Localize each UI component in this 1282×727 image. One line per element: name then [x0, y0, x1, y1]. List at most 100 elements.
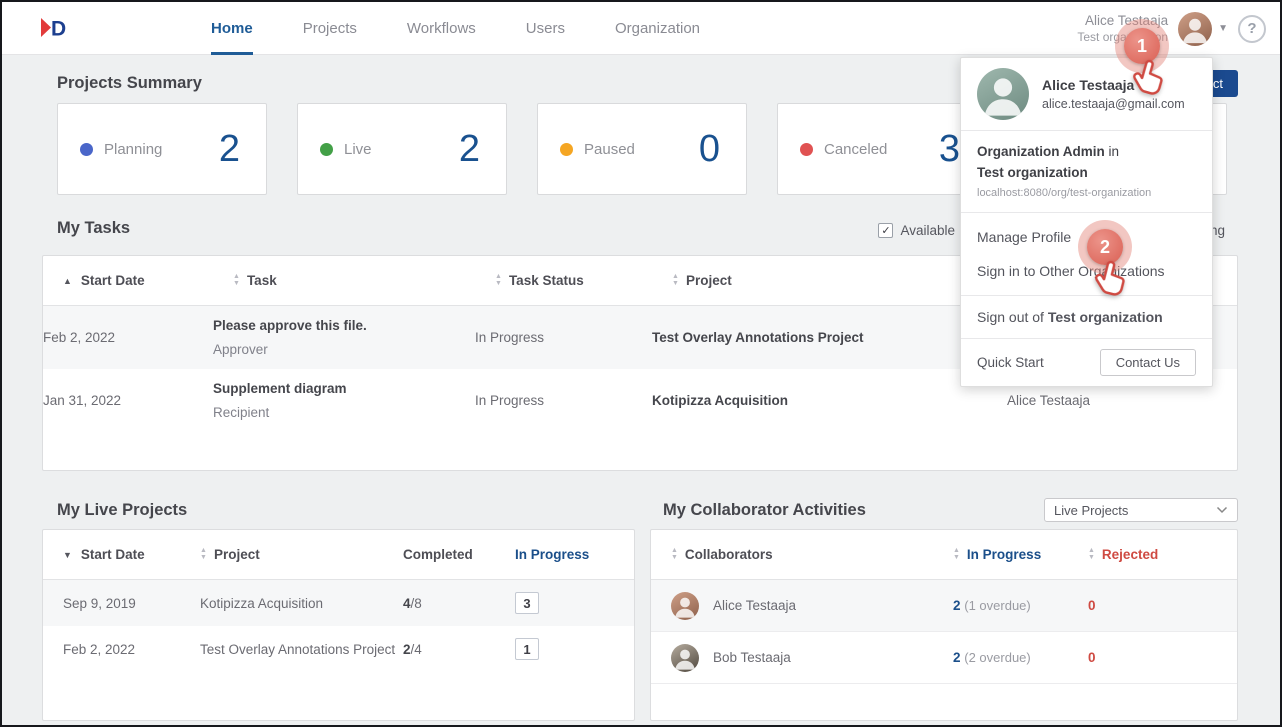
cell-in-progress: 2 (2 overdue)	[953, 650, 1088, 665]
sort-icon: ▲▼	[1088, 548, 1095, 561]
summary-card-value: 0	[699, 128, 720, 171]
cell-in-progress: 3	[515, 592, 614, 614]
nav-home[interactable]: Home	[211, 2, 253, 55]
cell-project: Test Overlay Annotations Project	[652, 330, 1007, 345]
table-row[interactable]: Sep 9, 2019 Kotipizza Acquisition 4/8 3	[43, 580, 634, 626]
task-role: Recipient	[213, 405, 475, 420]
sign-out-item[interactable]: Sign out of Test organization	[961, 296, 1212, 339]
table-row[interactable]: Alice Testaaja 2 (1 overdue) 0	[651, 580, 1237, 632]
column-label: In Progress	[967, 547, 1041, 562]
user-avatar[interactable]	[1178, 12, 1212, 46]
collaborator-activities-header: My Collaborator Activities Live Projects	[650, 495, 1238, 525]
cell-start-date: Feb 2, 2022	[43, 330, 213, 345]
column-collaborators[interactable]: ▲▼ Collaborators	[671, 547, 953, 562]
cell-rejected: 0	[1088, 598, 1217, 613]
sign-out-prefix: Sign out of	[977, 309, 1048, 325]
sort-icon: ▲▼	[233, 274, 240, 287]
column-task-status[interactable]: ▲▼ Task Status	[495, 273, 672, 288]
cell-start-date: Jan 31, 2022	[43, 393, 213, 408]
column-label: Start Date	[81, 547, 145, 562]
avatar	[671, 592, 699, 620]
overdue-note: (2 overdue)	[964, 650, 1030, 665]
column-project[interactable]: ▲▼ Project	[200, 547, 403, 562]
column-in-progress[interactable]: ▲▼ In Progress	[953, 547, 1088, 562]
cell-project: Test Overlay Annotations Project	[200, 642, 403, 657]
contact-us-button[interactable]: Contact Us	[1100, 349, 1196, 376]
column-start-date[interactable]: ▼ Start Date	[63, 547, 200, 562]
menu-role-line: Organization Admin in	[977, 144, 1196, 159]
logo-icon: D	[38, 14, 70, 42]
svg-text:D: D	[51, 18, 66, 41]
in-progress-count: 2	[953, 650, 961, 665]
menu-org-name: Test organization	[977, 165, 1196, 180]
menu-user-email: alice.testaaja@gmail.com	[1042, 97, 1185, 111]
column-rejected[interactable]: ▲▼ Rejected	[1088, 547, 1217, 562]
chevron-down-icon[interactable]: ▼	[1218, 23, 1228, 34]
column-label: Start Date	[81, 273, 145, 288]
role-suffix: in	[1105, 144, 1119, 159]
cell-start-date: Feb 2, 2022	[63, 642, 200, 657]
summary-card-label: Live	[344, 141, 372, 158]
collaborator-activities-title: My Collaborator Activities	[663, 501, 866, 520]
column-label: Task	[247, 273, 277, 288]
summary-card-value: 3	[939, 128, 960, 171]
canceled-status-dot	[800, 143, 813, 156]
nav-organization[interactable]: Organization	[615, 2, 700, 55]
completed-count: 2	[403, 642, 411, 657]
summary-card-value: 2	[459, 128, 480, 171]
cell-completed: 4/8	[403, 596, 515, 611]
quick-start-link[interactable]: Quick Start	[977, 355, 1044, 370]
completed-total: /4	[411, 642, 422, 657]
table-row[interactable]: Bob Testaaja 2 (2 overdue) 0	[651, 632, 1237, 684]
column-label: In Progress	[515, 547, 589, 562]
table-row[interactable]: Feb 2, 2022 Test Overlay Annotations Pro…	[43, 626, 634, 672]
completed-total: /8	[411, 596, 422, 611]
person-icon	[1178, 12, 1212, 46]
cell-task-status: In Progress	[475, 330, 652, 345]
column-start-date[interactable]: ▲ Start Date	[63, 273, 233, 288]
cell-task-status: In Progress	[475, 393, 652, 408]
column-task[interactable]: ▲▼ Task	[233, 273, 495, 288]
summary-card-label: Planning	[104, 141, 162, 158]
summary-card-live[interactable]: Live 2	[297, 103, 507, 195]
column-completed[interactable]: Completed	[403, 547, 515, 562]
nav-users[interactable]: Users	[526, 2, 565, 55]
role-name: Organization Admin	[977, 144, 1105, 159]
available-checkbox[interactable]: ✓	[878, 223, 893, 238]
menu-org-url: localhost:8080/org/test-organization	[977, 187, 1196, 199]
app-logo[interactable]: D	[38, 14, 70, 42]
sort-icon: ▲▼	[672, 274, 679, 287]
sort-descending-icon: ▼	[63, 550, 72, 560]
collaborator-name: Bob Testaaja	[713, 650, 791, 665]
collaborator-activities-table: ▲▼ Collaborators ▲▼ In Progress ▲▼ Rejec…	[650, 529, 1238, 721]
sign-out-org: Test organization	[1048, 309, 1163, 325]
summary-card-paused[interactable]: Paused 0	[537, 103, 747, 195]
cell-completed: 2/4	[403, 642, 515, 657]
chevron-down-icon	[1216, 506, 1228, 514]
projects-filter-select[interactable]: Live Projects	[1044, 498, 1238, 522]
column-label: Completed	[403, 547, 473, 562]
cell-collaborator: Alice Testaaja	[671, 592, 953, 620]
available-label: Available	[900, 223, 955, 238]
filter-available: ✓ Available	[878, 223, 955, 238]
main-nav: Home Projects Workflows Users Organizati…	[211, 2, 700, 55]
sort-icon: ▲▼	[495, 274, 502, 287]
menu-avatar	[977, 68, 1029, 120]
nav-projects[interactable]: Projects	[303, 2, 357, 55]
cell-in-progress: 2 (1 overdue)	[953, 598, 1088, 613]
app-page: D Home Projects Workflows Users Organiza…	[0, 0, 1282, 727]
summary-card-planning[interactable]: Planning 2	[57, 103, 267, 195]
select-value: Live Projects	[1054, 503, 1128, 518]
menu-footer: Quick Start Contact Us	[961, 339, 1212, 386]
cell-project: Kotipizza Acquisition	[652, 393, 1007, 408]
in-progress-count-box[interactable]: 1	[515, 638, 539, 660]
collaborator-activities-panel: My Collaborator Activities Live Projects…	[650, 495, 1238, 721]
column-in-progress[interactable]: In Progress	[515, 547, 614, 562]
in-progress-count-box[interactable]: 3	[515, 592, 539, 614]
cell-task: Supplement diagram Recipient	[213, 381, 475, 420]
help-button[interactable]: ?	[1238, 15, 1266, 43]
nav-workflows[interactable]: Workflows	[407, 2, 476, 55]
column-label: Task Status	[509, 273, 584, 288]
summary-card-canceled[interactable]: Canceled 3	[777, 103, 987, 195]
person-icon	[671, 592, 699, 620]
